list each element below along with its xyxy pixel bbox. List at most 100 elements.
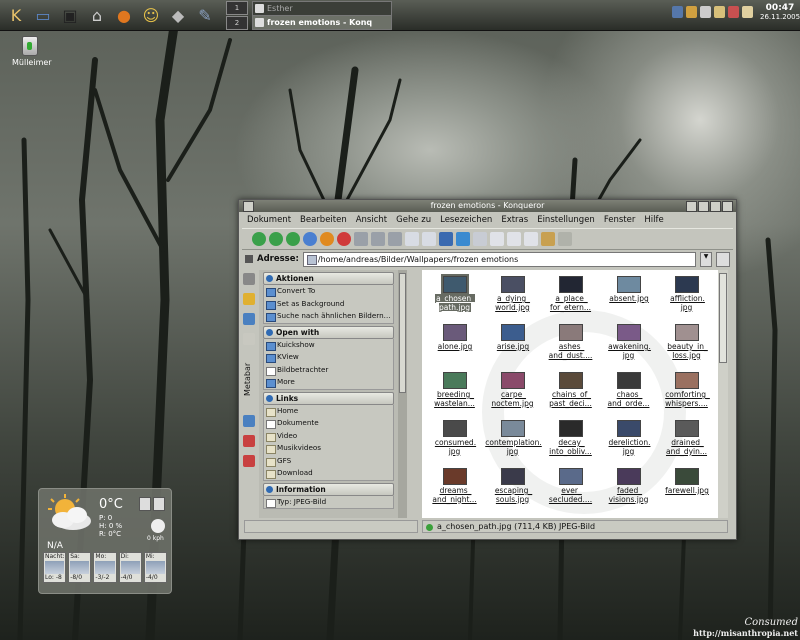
file-item[interactable]: drained_ and_dyin... [658, 420, 716, 468]
scrollbar-thumb[interactable] [719, 273, 727, 363]
section-header[interactable]: Links [263, 391, 394, 405]
clear-location-icon[interactable] [245, 255, 253, 263]
preview-icon[interactable] [541, 232, 555, 246]
section-header[interactable]: Aktionen [263, 272, 394, 285]
battery-icon[interactable] [742, 6, 753, 18]
window-titlebar[interactable]: frozen emotions - Konqueror [239, 200, 736, 212]
sidebar-tab-history-icon[interactable] [243, 313, 255, 325]
desktop-icon-trash[interactable]: Mülleimer [12, 36, 52, 67]
file-item[interactable]: ever_ secluded.... [542, 468, 600, 516]
file-item[interactable]: awakening. jpg [600, 324, 658, 372]
metabar-item[interactable]: Suche nach ähnlichen Bildern... [264, 310, 393, 323]
settings-icon[interactable] [456, 232, 470, 246]
print-icon[interactable] [354, 232, 368, 246]
address-input[interactable]: /home/andreas/Bilder/Wallpapers/frozen e… [302, 251, 696, 267]
clock[interactable]: 00:47 26.11.2005 [760, 3, 800, 21]
weather-settings-icon[interactable] [139, 497, 151, 511]
file-item[interactable]: faded_ visions.jpg [600, 468, 658, 516]
file-item[interactable]: farewell.jpg [658, 468, 716, 516]
metabar-item[interactable]: Kuickshow [264, 339, 393, 352]
update-icon[interactable] [728, 6, 739, 18]
file-item[interactable]: consumed. jpg [426, 420, 484, 468]
address-dropdown[interactable]: ▼ [700, 251, 712, 267]
metabar-item[interactable]: Download [264, 467, 393, 480]
metabar-item[interactable]: Musikvideos [264, 442, 393, 455]
file-item[interactable]: dereliction. jpg [600, 420, 658, 468]
menu-lesezeichen[interactable]: Lesezeichen [440, 215, 492, 225]
scrollbar-thumb[interactable] [399, 273, 406, 393]
sidebar-tab-bookmarks-icon[interactable] [243, 293, 255, 305]
maximize-button[interactable] [710, 201, 721, 212]
menu-ansicht[interactable]: Ansicht [356, 215, 387, 225]
metabar-item[interactable]: More [264, 376, 393, 389]
help-button[interactable] [686, 201, 697, 212]
file-item[interactable]: arise.jpg [484, 324, 542, 372]
metabar-item[interactable]: Convert To [264, 285, 393, 298]
file-item[interactable]: escaping_ souls.jpg [484, 468, 542, 516]
menu-bearbeiten[interactable]: Bearbeiten [300, 215, 347, 225]
sidebar-tab-services-icon[interactable] [243, 435, 255, 447]
file-item[interactable]: chaos_ and_orde... [600, 372, 658, 420]
view-mode-icon[interactable] [405, 232, 419, 246]
filter-icon[interactable] [558, 232, 572, 246]
file-item[interactable]: a_place_ for_etern... [542, 276, 600, 324]
menu-einstellungen[interactable]: Einstellungen [537, 215, 595, 225]
metabar-scrollbar[interactable] [398, 270, 407, 518]
eraser-icon[interactable]: ◆ [166, 3, 190, 27]
up-icon[interactable] [286, 232, 300, 246]
desktop-pager[interactable]: 1 2 [226, 1, 248, 30]
pager-desktop-1[interactable]: 1 [226, 1, 248, 15]
file-item[interactable]: dreams_ and_night... [426, 468, 484, 516]
file-item[interactable]: alone.jpg [426, 324, 484, 372]
stop-icon[interactable] [337, 232, 351, 246]
file-item[interactable]: comforting_ whispers.... [658, 372, 716, 420]
weather-refresh-icon[interactable] [153, 497, 165, 511]
minimize-button[interactable] [698, 201, 709, 212]
file-item[interactable]: breeding_ wastelan... [426, 372, 484, 420]
sidebar-tab-home-icon[interactable] [243, 333, 255, 345]
file-item[interactable]: affliction. jpg [658, 276, 716, 324]
view-list-icon[interactable] [422, 232, 436, 246]
menu-dokument[interactable]: Dokument [247, 215, 291, 225]
file-item[interactable]: beauty_in_ loss.jpg [658, 324, 716, 372]
metabar-item[interactable]: Set as Background [264, 298, 393, 311]
file-item[interactable]: contemplation. jpg [484, 420, 542, 468]
go-button[interactable] [716, 251, 730, 267]
file-item[interactable]: ashes_ and_dust.... [542, 324, 600, 372]
taskbar-item-esther[interactable]: Esther [252, 1, 392, 16]
section-header[interactable]: Information [263, 482, 394, 496]
network-icon[interactable] [672, 6, 683, 18]
sidebar-toggle-icon[interactable] [473, 232, 487, 246]
forward-icon[interactable] [269, 232, 283, 246]
reload-icon[interactable] [320, 232, 334, 246]
back-icon[interactable] [252, 232, 266, 246]
zoom-in-icon[interactable] [371, 232, 385, 246]
file-item[interactable]: carpe_ noctem.jpg [484, 372, 542, 420]
icon-view-scrollbar[interactable] [718, 270, 728, 518]
file-item[interactable]: a_dying_ world.jpg [484, 276, 542, 324]
metabar-item[interactable]: Bildbetrachter [264, 364, 393, 377]
pager-desktop-2[interactable]: 2 [226, 16, 248, 30]
layout-icon-1[interactable] [490, 232, 504, 246]
metabar-item[interactable]: Home [264, 405, 393, 418]
mixer-icon[interactable] [700, 6, 711, 18]
sidebar-tab-media-icon[interactable] [243, 455, 255, 467]
zoom-out-icon[interactable] [388, 232, 402, 246]
sidebar-tab-config-icon[interactable] [243, 273, 255, 285]
file-item[interactable]: chains_of_ past_deci... [542, 372, 600, 420]
home-icon[interactable]: ⌂ [85, 3, 109, 27]
metabar-item[interactable]: KView [264, 351, 393, 364]
menu-extras[interactable]: Extras [501, 215, 528, 225]
layout-icon-3[interactable] [524, 232, 538, 246]
file-item[interactable]: a_chosen_ path.jpg [426, 274, 484, 324]
klipper-icon[interactable] [686, 6, 697, 18]
menu-hilfe[interactable]: Hilfe [644, 215, 663, 225]
messenger-icon[interactable]: ☺ [139, 3, 163, 27]
file-item[interactable]: decay_ into_obliv... [542, 420, 600, 468]
file-item[interactable]: absent.jpg [600, 276, 658, 324]
taskbar-item-konqueror[interactable]: frozen emotions - Konq [252, 15, 392, 30]
home-icon[interactable] [303, 232, 317, 246]
terminal-icon[interactable]: ▣ [58, 3, 82, 27]
metabar-item[interactable]: Video [264, 430, 393, 443]
metabar-item[interactable]: GFS [264, 455, 393, 468]
